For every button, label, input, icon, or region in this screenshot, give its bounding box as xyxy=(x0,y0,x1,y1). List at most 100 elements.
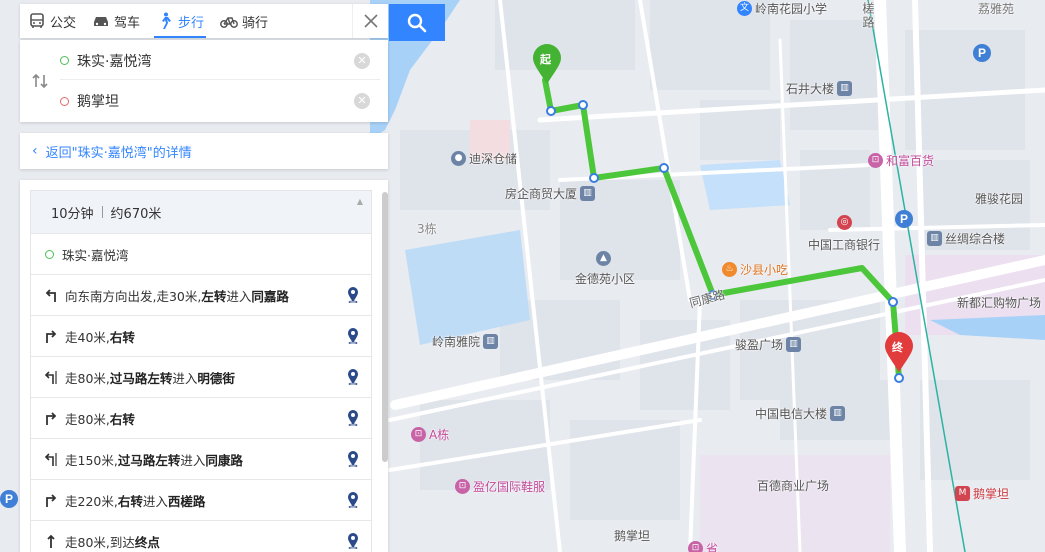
swap-button[interactable] xyxy=(30,71,50,91)
bank-icon: ◎ xyxy=(837,215,852,230)
step-text: 走40米,右转 xyxy=(65,327,135,346)
summary-divider xyxy=(101,206,103,218)
direction-step[interactable]: 走220米,右转进入西槎路 xyxy=(31,479,371,520)
tab-walk-label: 步行 xyxy=(178,15,205,31)
label-3dong: 3栋 xyxy=(417,222,437,236)
start-point-label: 珠实·嘉悦湾 xyxy=(62,247,129,263)
step-action: 左转 xyxy=(201,288,227,304)
directions-list: 10分钟 约670米 ▲ 珠实·嘉悦湾 向东南方向出发,走30米,左转进入同嘉路… xyxy=(30,190,372,552)
walk-icon xyxy=(162,12,172,29)
step-road: 明德街 xyxy=(197,370,235,386)
poi-school[interactable]: 文 岭南花园小学 xyxy=(737,0,827,17)
end-row: ✕ xyxy=(60,82,380,120)
poi-yingyi[interactable]: ⊡ 盈亿国际鞋服 xyxy=(455,478,545,495)
straight-icon xyxy=(43,533,59,549)
residential-icon: ▲ xyxy=(596,251,611,266)
direction-step[interactable]: 走80米,过马路左转进入明德街 xyxy=(31,356,371,397)
step-mid: 进入 xyxy=(180,452,206,468)
label-jinde: 金德苑小区 xyxy=(575,272,636,286)
end-input[interactable] xyxy=(77,93,327,109)
tab-bus[interactable]: 公交 xyxy=(20,4,84,38)
step-action: 右转 xyxy=(117,493,143,509)
poi-telecom[interactable]: 中国电信大楼 ▥ xyxy=(755,405,846,422)
poi-sigang[interactable]: ▥ 丝绸综合楼 xyxy=(927,230,1005,247)
locate-pin-icon[interactable] xyxy=(347,287,359,304)
restaurant-icon: ♨ xyxy=(722,262,737,277)
tab-bike[interactable]: 骑行 xyxy=(212,4,276,38)
collapse-icon[interactable]: ▲ xyxy=(357,197,363,206)
locate-pin-icon[interactable] xyxy=(347,451,359,468)
shopping-icon: ⊡ xyxy=(411,427,426,442)
locate-pin-icon[interactable] xyxy=(347,328,359,345)
poi-lingnanyayuan[interactable]: 岭南雅院 ▥ xyxy=(432,333,499,350)
start-dot-icon xyxy=(45,249,54,259)
search-icon xyxy=(407,13,427,32)
tab-car[interactable]: 驾车 xyxy=(84,4,148,38)
poi-junying-label: 骏盈广场 xyxy=(735,338,784,352)
turn-right-icon xyxy=(43,492,59,508)
step-pre: 走150米, xyxy=(65,452,118,468)
tab-bike-label: 骑行 xyxy=(242,15,269,31)
step-action: 过马路左转 xyxy=(117,452,181,468)
direction-step[interactable]: 走80米,到达终点 xyxy=(31,520,371,552)
step-text: 走150米,过马路左转进入同康路 xyxy=(65,450,243,469)
label-xindu: 新都汇购物广场 xyxy=(957,296,1042,310)
tab-walk[interactable]: 步行 xyxy=(148,4,212,38)
step-action: 右转 xyxy=(109,329,135,345)
locate-pin-icon[interactable] xyxy=(347,492,359,509)
direction-step[interactable]: 向东南方向出发,走30米,左转进入同嘉路 xyxy=(31,274,371,315)
chevron-left-icon: ‹ xyxy=(32,143,38,159)
direction-step[interactable]: 走80米,右转 xyxy=(31,397,371,438)
direction-step[interactable]: 走40米,右转 xyxy=(31,315,371,356)
tab-bus-label: 公交 xyxy=(50,15,77,31)
start-row: ✕ xyxy=(60,42,380,80)
poi-heyu[interactable]: ⊡ 和富百货 xyxy=(868,152,934,169)
step-road: 同嘉路 xyxy=(251,288,289,304)
poi-shaxian[interactable]: ♨ 沙县小吃 xyxy=(722,261,788,278)
step-mid: 进入 xyxy=(172,370,198,386)
building-icon: ▥ xyxy=(580,186,596,201)
locate-pin-icon[interactable] xyxy=(347,533,359,550)
back-to-details-link[interactable]: ‹ 返回"珠实·嘉悦湾"的详情 xyxy=(20,133,388,169)
start-input[interactable] xyxy=(77,52,327,69)
close-button[interactable] xyxy=(352,4,388,38)
bike-icon xyxy=(220,17,238,28)
poi-junying[interactable]: 骏盈广场 ▥ xyxy=(735,336,802,353)
road-label-cha: 槎路 xyxy=(861,2,875,30)
start-point-row[interactable]: 珠实·嘉悦湾 xyxy=(31,233,371,274)
locate-pin-icon[interactable] xyxy=(347,369,359,386)
step-text: 走80米,过马路左转进入明德街 xyxy=(65,368,235,387)
locate-pin-icon[interactable] xyxy=(347,410,359,427)
poi-dishen[interactable]: ● 迪深仓储 xyxy=(451,150,517,167)
step-mid: 进入 xyxy=(142,493,168,509)
step-action: 右转 xyxy=(109,411,135,427)
parking-icon-3[interactable]: P xyxy=(0,490,18,508)
school-icon: 文 xyxy=(737,1,752,16)
step-road: 西槎路 xyxy=(167,493,206,509)
poi-abuilding[interactable]: ⊡ A栋 xyxy=(411,426,449,443)
poi-bottom-cut[interactable]: ⊡ 省 xyxy=(688,540,718,552)
bus-icon xyxy=(30,13,44,28)
poi-yingyi-label: 盈亿国际鞋服 xyxy=(473,480,546,494)
direction-step[interactable]: 走150米,过马路左转进入同康路 xyxy=(31,438,371,479)
directions-panel: 10分钟 约670米 ▲ 珠实·嘉悦湾 向东南方向出发,走30米,左转进入同嘉路… xyxy=(20,180,388,552)
poi-lingnanyayuan-label: 岭南雅院 xyxy=(432,335,481,349)
poi-ezhangtan-station[interactable]: M 鹅掌坦 xyxy=(955,485,1009,502)
step-action: 过马路左转 xyxy=(109,370,173,386)
search-button[interactable] xyxy=(389,4,445,41)
route-input-box: ✕ ✕ xyxy=(20,40,388,122)
poi-ezhangtan-station-label: 鹅掌坦 xyxy=(973,487,1010,501)
poi-fangqi[interactable]: 房企商贸大厦 ▥ xyxy=(505,185,596,202)
label-top-right: 荔雅苑 xyxy=(978,2,1015,16)
clear-start-button[interactable]: ✕ xyxy=(354,53,370,69)
route-summary[interactable]: 10分钟 约670米 ▲ xyxy=(31,191,371,233)
clear-end-button[interactable]: ✕ xyxy=(354,93,370,109)
poi-shijing[interactable]: 石井大楼 ▥ xyxy=(786,80,853,97)
parking-icon[interactable]: P xyxy=(973,44,991,62)
step-text: 向东南方向出发,走30米,左转进入同嘉路 xyxy=(65,286,289,305)
parking-icon-2[interactable]: P xyxy=(895,210,913,228)
travel-mode-bar: 公交 驾车 步行 骑行 xyxy=(20,4,388,38)
directions-scrollbar[interactable] xyxy=(382,192,388,462)
back-link-label: 返回"珠实·嘉悦湾"的详情 xyxy=(45,145,192,161)
poi-shaxian-label: 沙县小吃 xyxy=(740,263,789,277)
